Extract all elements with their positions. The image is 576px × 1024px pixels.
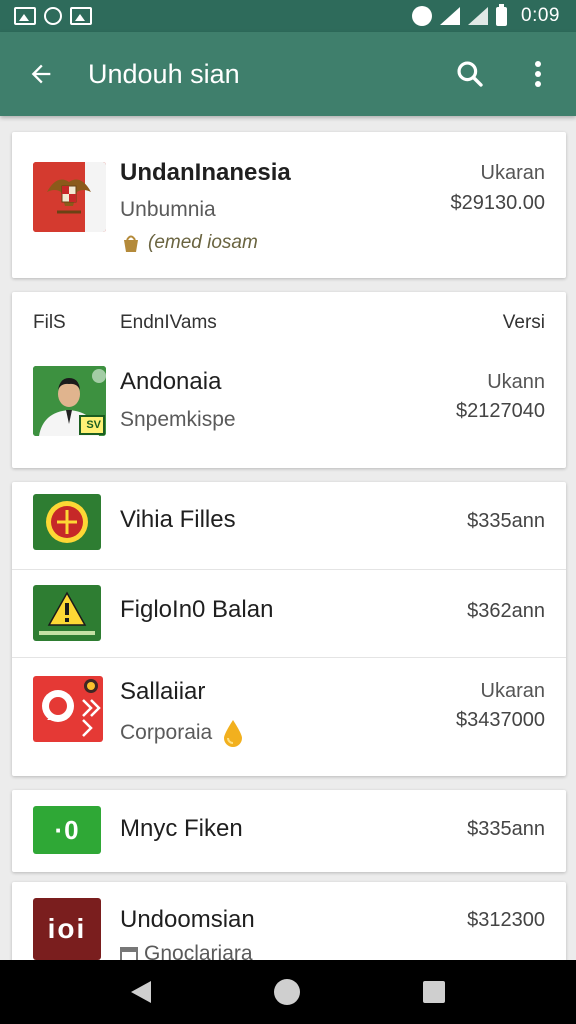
price-value: $312300 [467, 909, 545, 931]
list-item[interactable]: UndanInanesia Unbumnia (emed iosam Ukara… [12, 132, 566, 278]
app-bar: Undouh sian [0, 32, 576, 116]
logo-text: ·0 [54, 814, 80, 845]
wifi-signal-icon [440, 7, 461, 25]
list-item[interactable]: FigloIn0 Balan $362ann [12, 570, 566, 658]
list-item[interactable]: ioi Undoomsian Gnoclariara $312300 [12, 882, 566, 972]
badge-label: SV [86, 419, 101, 431]
list-item[interactable]: ·0 Mnyc Fiken $335ann [12, 790, 566, 872]
column-header-version: Versi [502, 312, 545, 333]
nav-home-icon[interactable] [273, 979, 300, 1005]
app-card-4[interactable]: ·0 Mnyc Fiken $335ann [12, 790, 566, 872]
back-button[interactable] [24, 57, 58, 91]
list-item[interactable]: Sallaiiar Corporaia Ukaran $3437000 [12, 658, 566, 776]
column-header-files: FilS [33, 312, 66, 333]
search-button[interactable] [450, 54, 490, 94]
nav-back-icon[interactable] [131, 981, 152, 1003]
app-card-2: FilS EndnIVams Versi SV Andonaia Snpemki… [12, 292, 566, 468]
size-label: Ukaran [480, 680, 545, 702]
app-title-text: Andonaia [120, 368, 222, 395]
message-icon [44, 7, 62, 25]
size-label: Ukaran [480, 162, 545, 184]
price-value: $335ann [467, 818, 545, 840]
price-value: $2127040 [456, 400, 545, 422]
app-title-text: FigloIn0 Balan [120, 596, 274, 623]
more-options-button[interactable] [518, 54, 558, 94]
cell-signal-icon [468, 7, 489, 25]
system-nav-bar [0, 960, 576, 1024]
app-title-text: Vihia Filles [120, 506, 236, 533]
price-value: $29130.00 [450, 192, 545, 214]
warning-icon [33, 585, 101, 641]
status-bar-right: 0:09 [412, 3, 560, 27]
garuda-emblem-icon [33, 162, 106, 232]
green-logo-icon: ·0 [33, 806, 101, 854]
logo-text: ioi [47, 913, 87, 944]
alarm-icon [412, 6, 433, 26]
app-subtitle-label: Corporaia [120, 721, 213, 744]
dark-red-logo-icon: ioi [33, 898, 101, 960]
list-item[interactable]: Vihia Filles $335ann [12, 482, 566, 570]
app-card-3: Vihia Filles $335ann FigloIn0 Balan $362… [12, 482, 566, 776]
back-arrow-icon [31, 64, 51, 84]
column-header-row: FilS EndnIVams Versi [12, 292, 566, 354]
app-title-text: UndanInanesia [120, 159, 291, 186]
app-card-1[interactable]: UndanInanesia Unbumnia (emed iosam Ukara… [12, 132, 566, 278]
nav-recent-icon[interactable] [422, 981, 445, 1003]
more-vert-icon [535, 61, 541, 87]
status-bar-left [14, 7, 92, 25]
price-value: $335ann [467, 510, 545, 532]
red-pattern-icon [33, 676, 103, 742]
drop-icon [224, 720, 243, 747]
app-card-5[interactable]: ioi Undoomsian Gnoclariara $312300 [12, 882, 566, 972]
app-title-text: Mnyc Fiken [120, 815, 243, 842]
app-subtitle: Corporaia [120, 718, 246, 748]
picture-icon [14, 7, 36, 25]
app-title-text: Sallaiiar [120, 678, 206, 705]
app-title-text: Undoomsian [120, 906, 255, 933]
battery-icon [496, 3, 508, 26]
search-icon [457, 61, 483, 87]
column-header-name: EndnIVams [120, 312, 217, 333]
size-label: Ukann [487, 371, 545, 393]
app-tag: (emed iosam [120, 232, 258, 254]
app-subtitle: Unbumnia [120, 198, 216, 221]
app-subtitle: Snpemkispe [120, 408, 236, 431]
app-title: Undouh sian [88, 58, 240, 89]
price-value: $3437000 [456, 709, 545, 731]
status-time: 0:09 [521, 5, 560, 26]
price-value: $362ann [467, 600, 545, 622]
status-bar: 0:09 [0, 0, 576, 32]
app-tag-label: (emed iosam [148, 232, 258, 253]
green-emblem-icon [33, 494, 101, 550]
bag-icon [124, 235, 138, 252]
portrait-photo-icon: SV [33, 366, 106, 436]
list-item[interactable]: SV Andonaia Snpemkispe Ukann $2127040 [12, 354, 566, 468]
image-icon [70, 7, 92, 25]
